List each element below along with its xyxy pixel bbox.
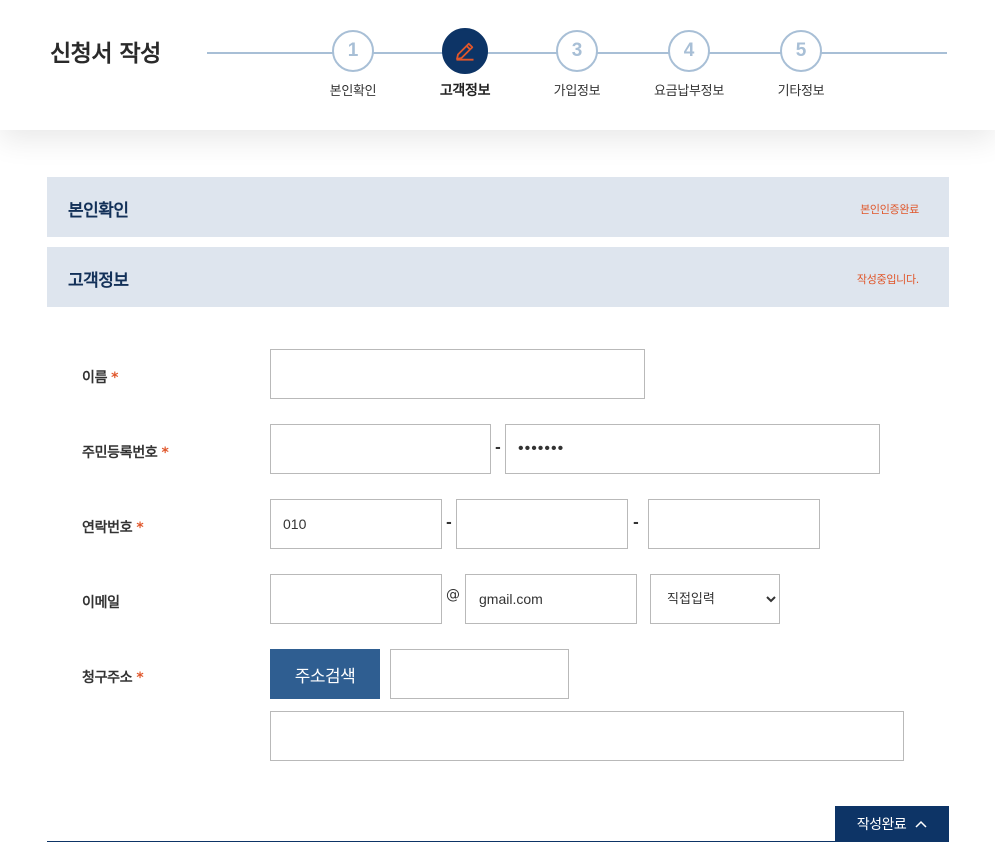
address-zip-input[interactable]	[390, 649, 569, 699]
address-label: 청구주소 *	[82, 670, 144, 686]
step-label: 고객정보	[439, 83, 491, 99]
step-subscription-info[interactable]: 3 가입정보	[522, 30, 632, 99]
email-domain-select[interactable]: 직접입력	[650, 574, 780, 624]
page-title: 신청서 작성	[50, 41, 161, 67]
step-label: 본인확인	[329, 84, 377, 99]
chevron-up-icon	[915, 820, 927, 828]
section-title: 본인확인	[68, 201, 129, 221]
step-number: 3	[556, 30, 598, 72]
step-other-info[interactable]: 5 기타정보	[746, 30, 856, 99]
resident-number-label: 주민등록번호 *	[82, 445, 169, 461]
section-status: 본인인증완료	[860, 203, 919, 216]
resident-number-front-input[interactable]	[270, 424, 491, 474]
step-number: 5	[780, 30, 822, 72]
address-search-button[interactable]: 주소검색	[270, 649, 380, 699]
email-domain-input[interactable]	[465, 574, 637, 624]
complete-button[interactable]: 작성완료	[835, 806, 949, 842]
step-payment-info[interactable]: 4 요금납부정보	[634, 30, 744, 99]
email-label: 이메일	[82, 595, 120, 611]
step-identity[interactable]: 1 본인확인	[298, 30, 408, 99]
complete-button-label: 작성완료	[856, 817, 907, 833]
section-identity[interactable]: 본인확인 본인인증완료	[47, 177, 949, 237]
application-header: 신청서 작성 1 본인확인 고객정보 3 가입정보 4 요금납부정보 5 기타정…	[0, 0, 995, 130]
name-input[interactable]	[270, 349, 645, 399]
required-mark: *	[161, 445, 169, 461]
phone-separator-2: -	[633, 515, 639, 531]
phone-part3-input[interactable]	[648, 499, 820, 549]
section-status: 작성중입니다.	[856, 273, 919, 286]
email-at-sign: @	[446, 587, 460, 603]
step-number: 1	[332, 30, 374, 72]
bottom-divider	[47, 841, 949, 842]
required-mark: *	[136, 670, 144, 686]
step-active-circle	[442, 28, 488, 74]
step-label: 가입정보	[553, 84, 601, 99]
step-label: 기타정보	[777, 84, 825, 99]
section-customer-info[interactable]: 고객정보 작성중입니다.	[47, 247, 949, 307]
name-label: 이름 *	[82, 370, 119, 386]
required-mark: *	[136, 520, 144, 536]
step-number: 4	[668, 30, 710, 72]
address-detail-input[interactable]	[270, 711, 904, 761]
section-title: 고객정보	[68, 271, 129, 291]
resident-number-back-input[interactable]	[505, 424, 880, 474]
resident-number-separator: -	[495, 440, 501, 456]
pencil-icon	[456, 42, 474, 61]
phone-label: 연락번호 *	[82, 520, 144, 536]
step-customer-info[interactable]: 고객정보	[410, 28, 520, 100]
phone-separator-1: -	[446, 515, 452, 531]
email-id-input[interactable]	[270, 574, 442, 624]
phone-part1-input[interactable]	[270, 499, 442, 549]
step-label: 요금납부정보	[654, 84, 724, 99]
phone-part2-input[interactable]	[456, 499, 628, 549]
required-mark: *	[111, 370, 119, 386]
